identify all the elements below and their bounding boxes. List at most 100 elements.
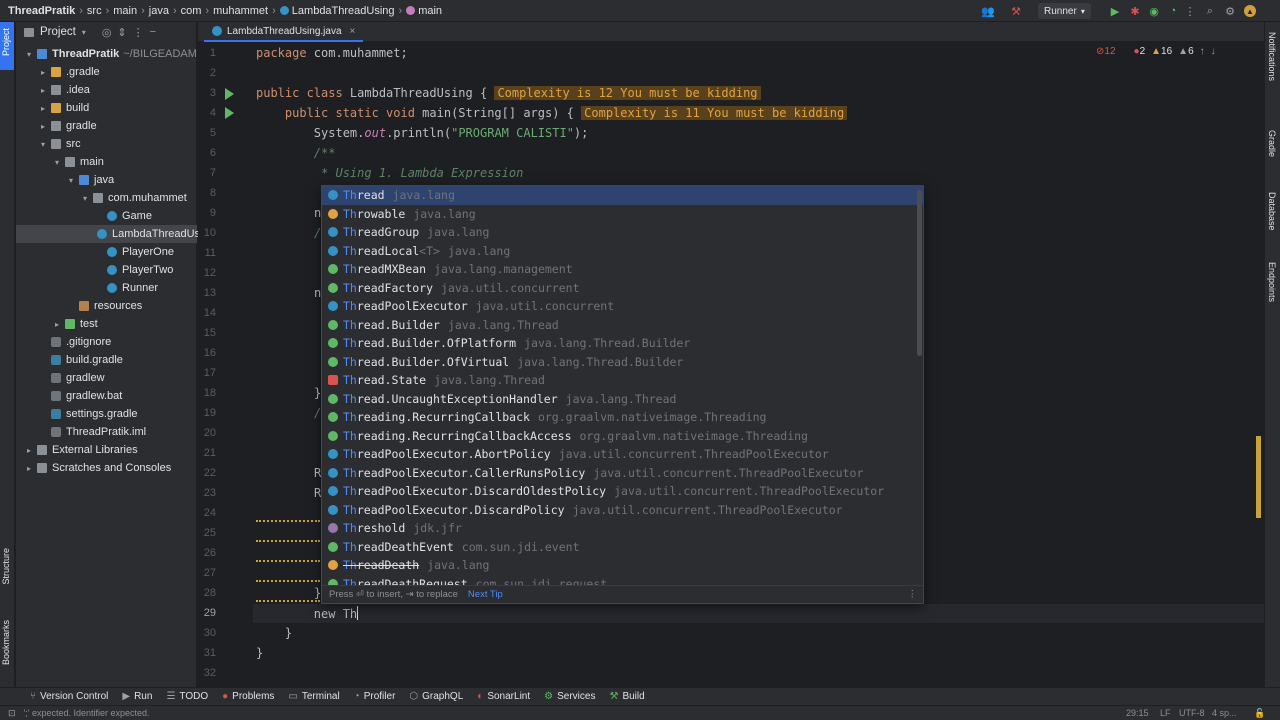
tree-item[interactable]: ▸ test — [16, 315, 197, 333]
tool-sonarlint[interactable]: ◐ SonarLint — [471, 691, 536, 702]
chevron-right-icon[interactable]: ▸ — [24, 446, 34, 455]
chevron-down-icon[interactable]: ▾ — [80, 194, 90, 203]
completion-item[interactable]: ThreadDeath java.lang — [322, 556, 923, 575]
tree-item[interactable]: build.gradle — [16, 351, 197, 369]
options-icon[interactable]: ⋮ — [133, 26, 144, 39]
tree-item[interactable]: gradlew — [16, 369, 197, 387]
tree-item[interactable]: PlayerOne — [16, 243, 197, 261]
previous-highlight-icon[interactable]: ↑ — [1200, 46, 1205, 57]
tree-item[interactable]: Runner — [16, 279, 197, 297]
profile-icon[interactable]: ◔ — [1167, 5, 1179, 17]
run-icon[interactable]: ▶ — [1109, 5, 1121, 18]
chevron-down-icon[interactable]: ▾ — [38, 140, 48, 149]
next-tip-link[interactable]: Next Tip — [468, 589, 503, 600]
completion-item[interactable]: ThreadPoolExecutor.AbortPolicy java.util.… — [322, 445, 923, 464]
code-completion-popup[interactable]: Thread java.lang Throwable java.lang ThreadG… — [321, 185, 924, 604]
completion-item[interactable]: ThreadFactory java.util.concurrent — [322, 279, 923, 298]
bookmarks-tool-label[interactable]: Bookmarks — [1, 620, 11, 665]
chevron-right-icon[interactable]: ▸ — [24, 464, 34, 473]
run-main-icon[interactable] — [225, 107, 234, 119]
tree-item[interactable]: LambdaThreadUsing — [16, 225, 215, 243]
tool-profiler[interactable]: ◔ Profiler — [348, 691, 402, 702]
tree-item[interactable]: PlayerTwo — [16, 261, 197, 279]
completion-item[interactable]: ThreadDeathEvent com.sun.jdi.event — [322, 538, 923, 557]
lock-icon[interactable]: 🔓 — [1254, 708, 1265, 719]
gradle-tool-label[interactable]: Gradle — [1267, 130, 1277, 157]
tool-services[interactable]: ⚙ Services — [538, 691, 601, 702]
tree-item[interactable]: ThreadPratik.iml — [16, 423, 197, 441]
error-stripe-marker[interactable] — [1256, 436, 1261, 518]
chevron-right-icon[interactable]: ▸ — [38, 86, 48, 95]
completion-item[interactable]: Threading.RecurringCallbackAccess org.gra… — [322, 427, 923, 446]
completion-item[interactable]: ThreadPoolExecutor.DiscardPolicy java.uti… — [322, 501, 923, 520]
status-message[interactable]: ';' expected. Identifier expected. — [24, 708, 150, 718]
breadcrumb-java[interactable]: java — [149, 5, 169, 17]
chevron-down-icon[interactable]: ▾ — [24, 50, 34, 59]
completion-item[interactable]: Thread.Builder.OfVirtual java.lang.Thread… — [322, 353, 923, 372]
tool-todo[interactable]: ☰ TODO — [160, 691, 214, 702]
completion-item[interactable]: Thread.Builder java.lang.Thread — [322, 316, 923, 335]
completion-item[interactable]: Threading.RecurringCallback org.graalvm.n… — [322, 408, 923, 427]
tool-version-control[interactable]: ⑂ Version Control — [24, 691, 114, 702]
editor-tab[interactable]: LambdaThreadUsing.java × — [204, 22, 364, 42]
chevron-down-icon[interactable]: ▾ — [66, 176, 76, 185]
hide-icon[interactable]: − — [150, 26, 156, 38]
tool-run[interactable]: ▶ Run — [116, 691, 158, 702]
file-encoding[interactable]: UTF-8 — [1179, 708, 1205, 718]
user-icon[interactable]: 👥 — [981, 5, 995, 18]
database-tool-label[interactable]: Database — [1267, 192, 1277, 231]
chevron-right-icon[interactable]: ▸ — [38, 104, 48, 113]
tree-item[interactable]: .gitignore — [16, 333, 197, 351]
target-icon[interactable]: ◎ — [102, 26, 112, 39]
tree-item[interactable]: ▾ main — [16, 153, 197, 171]
completion-item[interactable]: ThreadMXBean java.lang.management — [322, 260, 923, 279]
completion-item[interactable]: ThreadPoolExecutor.CallerRunsPolicy java.… — [322, 464, 923, 483]
structure-tool-label[interactable]: Structure — [1, 548, 11, 585]
breadcrumb-main[interactable]: main — [113, 5, 137, 17]
completion-scrollbar[interactable] — [917, 190, 922, 356]
completion-item[interactable]: Thread.UncaughtExceptionHandler java.lang… — [322, 390, 923, 409]
endpoints-tool-label[interactable]: Endpoints — [1267, 262, 1277, 302]
tool-graphql[interactable]: ⬡ GraphQL — [403, 691, 469, 702]
tree-item[interactable]: ▸ External Libraries — [16, 441, 197, 459]
completion-item[interactable]: Thread java.lang — [322, 186, 923, 205]
completion-item[interactable]: Threshold jdk.jfr — [322, 519, 923, 538]
hammer-icon[interactable]: ⚒ — [1010, 5, 1022, 18]
breadcrumb-class[interactable]: LambdaThreadUsing — [292, 5, 395, 17]
run-class-icon[interactable] — [225, 88, 234, 100]
tool-problems[interactable]: ● Problems — [216, 691, 280, 702]
tree-item[interactable]: ▾ java — [16, 171, 197, 189]
more-options-icon[interactable]: ⋮ — [908, 589, 918, 600]
tree-item[interactable]: ▾ com.muhammet — [16, 189, 197, 207]
ide-update-icon[interactable]: ▲ — [1244, 5, 1256, 17]
line-separator[interactable]: LF — [1160, 708, 1171, 718]
chevron-right-icon[interactable]: ▸ — [38, 122, 48, 131]
breadcrumb-muhammet[interactable]: muhammet — [213, 5, 268, 17]
tree-item[interactable]: resources — [16, 297, 197, 315]
inspection-widget[interactable]: ⊘12 ●2 ▲16 ▲6 ↑ ↓ — [1096, 46, 1216, 57]
chevron-right-icon[interactable]: ▸ — [38, 68, 48, 77]
tree-item[interactable]: Game — [16, 207, 197, 225]
indent-setting[interactable]: 4 sp... — [1212, 708, 1237, 718]
breadcrumb-project[interactable]: ThreadPratik — [8, 5, 75, 17]
project-tool-label[interactable]: Project — [1, 28, 11, 56]
completion-item[interactable]: ThreadPoolExecutor.DiscardOldestPolicy ja… — [322, 482, 923, 501]
completion-item[interactable]: Throwable java.lang — [322, 205, 923, 224]
chevron-right-icon[interactable]: ▸ — [52, 320, 62, 329]
tree-item[interactable]: gradlew.bat — [16, 387, 197, 405]
breadcrumb-method[interactable]: main — [418, 5, 442, 17]
collapse-icon[interactable]: ⇕ — [117, 26, 126, 39]
completion-item[interactable]: Thread.State java.lang.Thread — [322, 371, 923, 390]
tool-terminal[interactable]: ▭ Terminal — [282, 691, 345, 702]
search-icon[interactable]: ⌕ — [1204, 5, 1216, 17]
tree-item[interactable]: ▸ gradle — [16, 117, 197, 135]
notifications-tool-label[interactable]: Notifications — [1267, 32, 1277, 81]
completion-item[interactable]: ThreadLocal <T> java.lang — [322, 242, 923, 261]
breadcrumb-com[interactable]: com — [181, 5, 202, 17]
close-icon[interactable]: × — [350, 26, 356, 37]
chevron-down-icon[interactable]: ▾ — [52, 158, 62, 167]
tree-item[interactable]: settings.gradle — [16, 405, 197, 423]
next-highlight-icon[interactable]: ↓ — [1211, 46, 1216, 57]
chevron-down-icon[interactable]: ▾ — [82, 28, 86, 37]
more-actions-icon[interactable]: ⋮ — [1184, 5, 1196, 18]
